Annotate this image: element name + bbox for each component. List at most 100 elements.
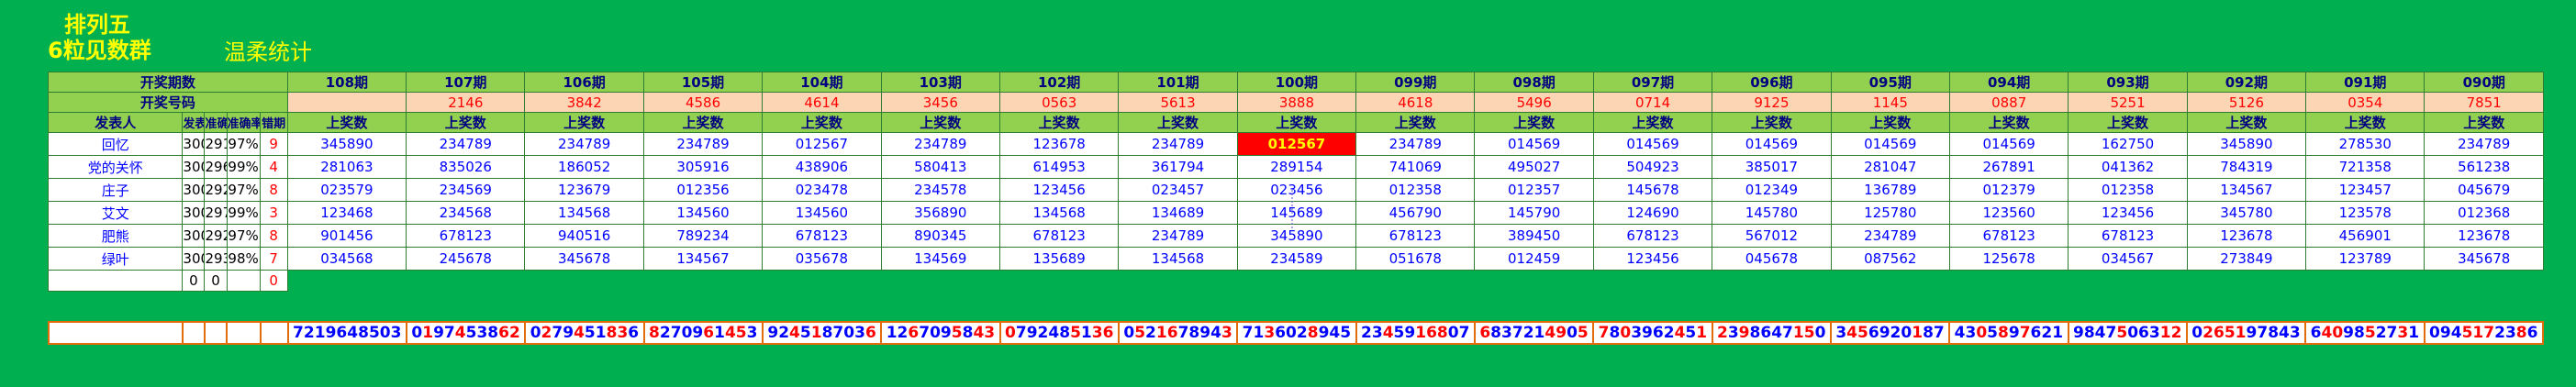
prize-cell: 134689 (1118, 201, 1238, 225)
prize-cell: 041362 (2068, 155, 2188, 179)
prize-cell: 456790 (1355, 201, 1476, 225)
period-header: 104期 (762, 72, 882, 93)
summary-digits-cell: 1267095843 (880, 321, 1001, 345)
prize-cell: 234789 (406, 132, 526, 156)
summary-digit: 9 (433, 324, 444, 342)
prize-cell: 678123 (1355, 224, 1476, 248)
summary-digit: 4 (574, 324, 585, 342)
summary-digit: 5 (1987, 324, 1999, 342)
empty-cell (999, 271, 1118, 292)
summary-digit: 7 (293, 324, 304, 342)
summary-digits: 2398647150 (1717, 324, 1825, 342)
summary-blank-cell (204, 321, 229, 345)
correct-count: 292 (204, 224, 228, 248)
summary-digits-cell: 3456920187 (1829, 321, 1951, 345)
prize-cell: 356890 (880, 201, 1000, 225)
header-prize-number: 上奖数 (642, 112, 764, 133)
summary-digit: 8 (358, 324, 369, 342)
summary-digit: 1 (2235, 324, 2247, 342)
summary-digit: 7 (832, 324, 844, 342)
correct-count: 293 (204, 247, 228, 271)
prize-cell: 289154 (1236, 155, 1357, 179)
summary-digit: 9 (325, 324, 337, 342)
summary-digit: 6 (1652, 324, 1664, 342)
summary-digits: 3456920187 (1835, 324, 1944, 342)
summary-digit: 0 (530, 324, 541, 342)
summary-digit: 9 (1026, 324, 1038, 342)
correct-count: 291 (204, 132, 228, 156)
summary-digit: 2 (1037, 324, 1049, 342)
summary-digit: 8 (2268, 324, 2280, 342)
summary-digit: 1 (2408, 324, 2420, 342)
header-prize-number: 上奖数 (2424, 112, 2544, 133)
period-header: 108期 (286, 72, 407, 93)
summary-digit: 0 (2127, 324, 2139, 342)
prize-cell: 045679 (2424, 178, 2544, 202)
prize-cell: 014569 (1948, 132, 2069, 156)
prize-cell: 504923 (1592, 155, 1713, 179)
draw-number-cell: 5613 (1118, 92, 1238, 113)
header-prize-number: 上奖数 (1948, 112, 2069, 133)
summary-digit: 8 (2515, 324, 2527, 342)
summary-digit: 1 (714, 324, 725, 342)
summary-digit: 1 (1253, 324, 1265, 342)
summary-digits-cell: 4305897621 (1948, 321, 2069, 345)
summary-digit: 3 (1221, 324, 1232, 342)
draw-number-cell: 4618 (1355, 92, 1476, 113)
title-stats: 温柔统计 (224, 39, 312, 65)
header-prize-number: 上奖数 (1712, 112, 1832, 133)
summary-digit: 4 (1954, 324, 1966, 342)
publisher-name: 绿叶 (47, 247, 184, 271)
prize-cell: 678123 (1948, 224, 2069, 248)
header-accuracy: 准确率 (226, 112, 261, 133)
summary-digit: 4 (1846, 324, 1857, 342)
title-subtitle: 6粒见数群 (48, 38, 151, 63)
summary-digits: 2345916807 (1361, 324, 1469, 342)
summary-digit: 6 (1166, 324, 1178, 342)
summary-digit: 2 (2494, 324, 2505, 342)
summary-digit: 4 (1382, 324, 1394, 342)
summary-digit: 2 (1716, 324, 1728, 342)
summary-digit: 0 (2332, 324, 2344, 342)
summary-digits-cell: 6837214905 (1473, 321, 1595, 345)
prize-cell: 345890 (286, 132, 407, 156)
empty-cell (643, 271, 762, 292)
summary-digit: 2 (508, 324, 520, 342)
total-miss: 0 (259, 270, 288, 292)
summary-digit: 8 (2083, 324, 2095, 342)
summary-digit: 2 (1890, 324, 1901, 342)
draw-number-cell: 9125 (1712, 92, 1832, 113)
published-count: 300 (182, 224, 206, 248)
draw-number-cell: 3888 (1236, 92, 1357, 113)
summary-digit: 7 (2483, 324, 2495, 342)
prize-cell: 305916 (642, 155, 764, 179)
summary-digit: 3 (2504, 324, 2516, 342)
prize-cell: 134569 (880, 247, 1000, 271)
summary-digit: 9 (1199, 324, 1211, 342)
summary-digit: 5 (2364, 324, 2376, 342)
summary-digit: 7 (2257, 324, 2269, 342)
summary-digits-cell: 9245187036 (761, 321, 883, 345)
header-correct: 准确 (204, 112, 228, 133)
prize-cell: 123456 (2068, 201, 2188, 225)
summary-digits: 0197453862 (411, 324, 519, 342)
prize-cell: 234789 (642, 132, 764, 156)
summary-digit: 0 (1620, 324, 1632, 342)
prize-cell: 023579 (286, 178, 407, 202)
correct-count: 296 (204, 155, 228, 179)
prize-cell: 234789 (524, 132, 644, 156)
draw-number-cell: 3842 (524, 92, 644, 113)
summary-digit: 0 (411, 324, 423, 342)
prize-cell: 123578 (2305, 201, 2425, 225)
prize-cell: 123456 (1592, 247, 1713, 271)
summary-digit: 6 (628, 324, 640, 342)
header-prize-number: 上奖数 (1592, 112, 1713, 133)
draw-number-cell: 7851 (2424, 92, 2544, 113)
prize-cell: 561238 (2424, 155, 2544, 179)
summary-digit: 0 (1123, 324, 1135, 342)
table-row: 回忆30029197%93458902347892347892347890125… (47, 132, 2544, 156)
accuracy-rate: 97% (226, 132, 261, 156)
published-count: 300 (182, 247, 206, 271)
empty-cell (525, 271, 643, 292)
summary-digit: 9 (692, 324, 704, 342)
